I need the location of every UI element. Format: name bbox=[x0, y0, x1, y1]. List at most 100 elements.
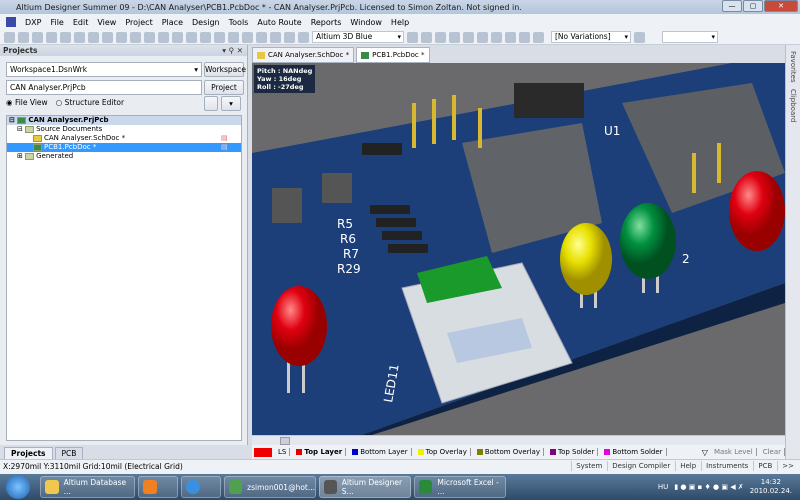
zoom-filter-icon[interactable] bbox=[130, 31, 141, 43]
taskbar-explorer[interactable]: Altium Database ... bbox=[40, 476, 135, 498]
doc-tab-pcbdoc[interactable]: PCB1.PcbDoc * bbox=[356, 47, 430, 63]
radio-file-view[interactable]: ◉ File View bbox=[6, 98, 48, 107]
radio-structure-editor[interactable]: ○ Structure Editor bbox=[56, 98, 124, 107]
clock[interactable]: 14:32 2010.02.24. bbox=[750, 478, 792, 496]
panel-options-icon[interactable] bbox=[204, 96, 218, 111]
pcb-3d-view[interactable]: R5 R6 R7 R29 U1 LED11 2 Pitch : NANdeg Y… bbox=[252, 63, 785, 435]
favorites-tab[interactable]: Favorites bbox=[789, 51, 797, 83]
pad-icon[interactable] bbox=[463, 31, 474, 43]
workspace-select[interactable]: Workspace1.DsnWrk ▾ bbox=[6, 62, 202, 77]
menu-auto-route[interactable]: Auto Route bbox=[257, 18, 301, 27]
taskbar-media-player[interactable] bbox=[138, 476, 178, 498]
print-icon[interactable] bbox=[46, 31, 57, 43]
zoom-fit-icon[interactable] bbox=[88, 31, 99, 43]
start-button[interactable] bbox=[6, 475, 30, 499]
pcb-button[interactable]: PCB bbox=[753, 461, 776, 471]
scroll-thumb[interactable] bbox=[280, 437, 290, 445]
component-icon[interactable] bbox=[533, 31, 544, 43]
layer-tab-top-solder[interactable]: Top Solder bbox=[547, 448, 599, 456]
horizontal-scrollbar[interactable] bbox=[252, 435, 785, 445]
zoom-selected-icon[interactable] bbox=[116, 31, 127, 43]
menu-help[interactable]: Help bbox=[391, 18, 409, 27]
menu-tools[interactable]: Tools bbox=[229, 18, 249, 27]
open-icon[interactable] bbox=[18, 31, 29, 43]
clear-filter-icon[interactable] bbox=[242, 31, 253, 43]
copy-icon[interactable] bbox=[158, 31, 169, 43]
menu-window[interactable]: Window bbox=[350, 18, 382, 27]
minimize-button[interactable]: — bbox=[722, 0, 742, 12]
save-icon[interactable] bbox=[32, 31, 43, 43]
panel-menu-icon[interactable]: ▾ bbox=[221, 96, 241, 111]
extra-select[interactable] bbox=[662, 31, 718, 43]
browse-icon[interactable] bbox=[298, 31, 309, 43]
menu-dxp[interactable]: DXP bbox=[25, 18, 41, 27]
instruments-button[interactable]: Instruments bbox=[701, 461, 752, 471]
tab-pcb[interactable]: PCB bbox=[54, 447, 84, 459]
undo-icon[interactable] bbox=[256, 31, 267, 43]
panel-pin-close-icon[interactable]: ▾ ⚲ ✕ bbox=[222, 45, 243, 56]
tree-item-project[interactable]: ⊟ CAN Analyser.PrjPcb bbox=[7, 116, 241, 125]
tree-item-pcbdoc[interactable]: PCB1.PcbDoc * ▤ bbox=[7, 143, 241, 152]
text-icon[interactable] bbox=[519, 31, 530, 43]
menu-design[interactable]: Design bbox=[192, 18, 220, 27]
menu-place[interactable]: Place bbox=[162, 18, 183, 27]
clear-button[interactable]: Clear bbox=[760, 448, 785, 456]
diff-pair-icon[interactable] bbox=[435, 31, 446, 43]
pencil-icon[interactable] bbox=[284, 31, 295, 43]
tree-item-generated[interactable]: ⊞ Generated bbox=[7, 152, 241, 161]
ls-button[interactable]: LS bbox=[275, 448, 291, 456]
rubber-stamp-icon[interactable] bbox=[186, 31, 197, 43]
system-button[interactable]: System bbox=[571, 461, 606, 471]
close-button[interactable]: ✕ bbox=[764, 0, 798, 12]
paste-icon[interactable] bbox=[172, 31, 183, 43]
layer-tab-bottom-layer[interactable]: Bottom Layer bbox=[349, 448, 412, 456]
fill-icon[interactable] bbox=[491, 31, 502, 43]
filter-icon[interactable]: ▽ bbox=[702, 448, 708, 457]
doc-tab-schdoc[interactable]: CAN Analyser.SchDoc * bbox=[252, 47, 355, 63]
mask-level-button[interactable]: Mask Level bbox=[711, 448, 757, 456]
taskbar-messenger[interactable]: zsimon001@hot... bbox=[224, 476, 316, 498]
redo-icon[interactable] bbox=[270, 31, 281, 43]
new-icon[interactable] bbox=[4, 31, 15, 43]
deselect-icon[interactable] bbox=[228, 31, 239, 43]
language-indicator[interactable]: HU bbox=[658, 483, 668, 491]
variations-select[interactable]: [No Variations] bbox=[551, 31, 631, 43]
route-icon[interactable] bbox=[407, 31, 418, 43]
tab-projects[interactable]: Projects bbox=[4, 447, 53, 459]
taskbar-ie[interactable] bbox=[181, 476, 221, 498]
variant-icon[interactable] bbox=[634, 31, 645, 43]
menu-edit[interactable]: Edit bbox=[73, 18, 89, 27]
tray-icons[interactable]: ▮ ● ▣ ▪ ♦ ● ▣ ◀ ✗ bbox=[674, 483, 743, 491]
menu-reports[interactable]: Reports bbox=[311, 18, 342, 27]
via-icon[interactable] bbox=[449, 31, 460, 43]
menu-project[interactable]: Project bbox=[125, 18, 152, 27]
select-icon[interactable] bbox=[200, 31, 211, 43]
region-icon[interactable] bbox=[505, 31, 516, 43]
project-field[interactable]: CAN Analyser.PrjPcb bbox=[6, 80, 202, 95]
zoom-area-icon[interactable] bbox=[102, 31, 113, 43]
arc-icon[interactable] bbox=[477, 31, 488, 43]
workspace-button[interactable]: Workspace bbox=[204, 62, 246, 77]
tree-item-source-documents[interactable]: ⊟ Source Documents bbox=[7, 125, 241, 134]
view-config-select[interactable]: Altium 3D Blue bbox=[312, 31, 404, 43]
current-layer-swatch[interactable] bbox=[254, 447, 272, 457]
taskbar-excel[interactable]: Microsoft Excel - ... bbox=[414, 476, 506, 498]
print-preview-icon[interactable] bbox=[60, 31, 71, 43]
layer-tab-top-overlay[interactable]: Top Overlay bbox=[415, 448, 471, 456]
interactive-route-icon[interactable] bbox=[421, 31, 432, 43]
menu-file[interactable]: File bbox=[50, 18, 63, 27]
design-compiler-button[interactable]: Design Compiler bbox=[607, 461, 674, 471]
taskbar-altium[interactable]: Altium Designer S... bbox=[319, 476, 411, 498]
3d-icon[interactable] bbox=[74, 31, 85, 43]
more-button[interactable]: >> bbox=[777, 461, 798, 471]
tree-item-schdoc[interactable]: CAN Analyser.SchDoc * ▤ bbox=[7, 134, 241, 143]
help-button[interactable]: Help bbox=[675, 461, 700, 471]
layer-tab-bottom-solder[interactable]: Bottom Solder bbox=[601, 448, 667, 456]
cut-icon[interactable] bbox=[144, 31, 155, 43]
move-icon[interactable] bbox=[214, 31, 225, 43]
layer-tab-bottom-overlay[interactable]: Bottom Overlay bbox=[474, 448, 544, 456]
project-button[interactable]: Project bbox=[204, 80, 244, 95]
clipboard-tab[interactable]: Clipboard bbox=[789, 89, 797, 122]
maximize-button[interactable]: ▢ bbox=[743, 0, 763, 12]
menu-view[interactable]: View bbox=[97, 18, 116, 27]
